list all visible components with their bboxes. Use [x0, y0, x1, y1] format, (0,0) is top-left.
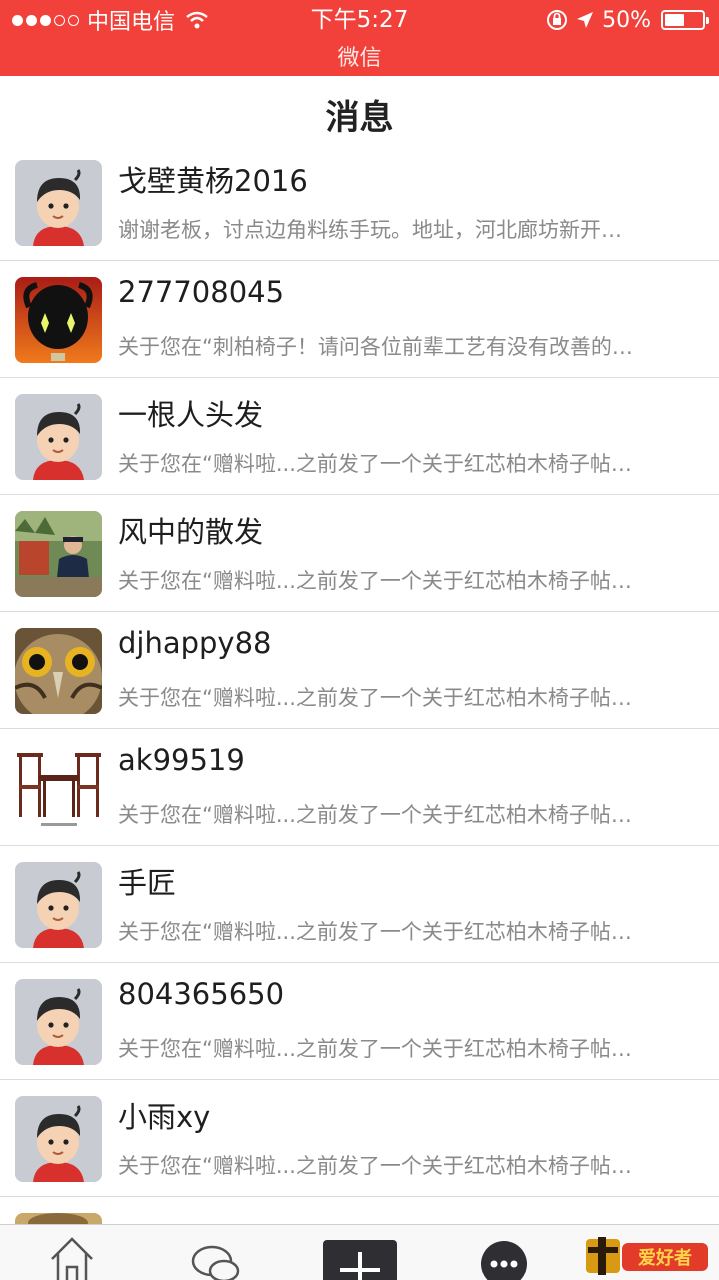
outdoor-photo-avatar[interactable]: [15, 511, 102, 597]
message-preview: 关于您在“赠料啦...之前发了一个关于红芯柏木椅子帖…: [118, 1154, 632, 1178]
message-preview: 关于您在“赠料啦...之前发了一个关于红芯柏木椅子帖…: [118, 803, 632, 827]
default-cartoon-avatar[interactable]: [15, 160, 102, 246]
tab-more[interactable]: [481, 1241, 527, 1280]
message-preview: 关于您在“赠料啦...之前发了一个关于红芯柏木椅子帖…: [118, 569, 632, 593]
contact-name: 277708045: [118, 275, 285, 309]
status-bar: 中国电信 下午5:27 50% 微信: [0, 0, 719, 76]
dark-creature-avatar[interactable]: [15, 277, 102, 363]
tab-home[interactable]: [48, 1225, 96, 1280]
message-row[interactable]: 小雨xy 关于您在“赠料啦...之前发了一个关于红芯柏木椅子帖…: [0, 1080, 719, 1197]
message-row[interactable]: djhappy88 关于您在“赠料啦...之前发了一个关于红芯柏木椅子帖…: [0, 612, 719, 729]
message-list[interactable]: 戈壁黄杨2016 谢谢老板，讨点边角料练手玩。地址，河北廊坊新开… 277708…: [0, 144, 719, 1224]
contact-name: 风中的散发: [118, 515, 264, 549]
message-row[interactable]: 风中的散发 关于您在“赠料啦...之前发了一个关于红芯柏木椅子帖…: [0, 495, 719, 612]
app-name: 微信: [337, 46, 382, 71]
tab-bar: 爱好者: [0, 1224, 719, 1280]
default-cartoon-avatar[interactable]: [15, 979, 102, 1065]
message-preview: 谢谢老板，讨点边角料练手玩。地址，河北廊坊新开…: [118, 218, 622, 242]
owl-avatar[interactable]: [15, 628, 102, 714]
furniture-avatar[interactable]: [15, 745, 102, 831]
default-cartoon-avatar[interactable]: [15, 862, 102, 948]
message-preview: 关于您在“赠料啦...之前发了一个关于红芯柏木椅子帖…: [118, 1037, 632, 1061]
location-arrow-icon: [577, 12, 594, 28]
contact-name: 804365650: [118, 977, 285, 1011]
tan-avatar[interactable]: [15, 1213, 102, 1224]
chat-icon: [191, 1245, 240, 1280]
message-row[interactable]: 277708045 关于您在“刺柏椅子！请问各位前辈工艺有没有改善的…: [0, 261, 719, 378]
default-cartoon-avatar[interactable]: [15, 1096, 102, 1182]
svg-text:爱好者: 爱好者: [638, 1247, 692, 1269]
battery-percent: 50%: [602, 7, 651, 33]
contact-name: ak99519: [118, 743, 245, 777]
message-row[interactable]: ak99519 关于您在“赠料啦...之前发了一个关于红芯柏木椅子帖…: [0, 729, 719, 846]
contact-name: 一根人头发: [118, 398, 264, 432]
tab-chat[interactable]: [190, 1225, 242, 1280]
message-row[interactable]: [0, 1197, 719, 1224]
message-preview: 关于您在“赠料啦...之前发了一个关于红芯柏木椅子帖…: [118, 452, 632, 476]
contact-name: 小雨xy: [118, 1100, 211, 1134]
contact-name: 戈壁黄杨2016: [118, 164, 308, 198]
message-row[interactable]: 手匠 关于您在“赠料啦...之前发了一个关于红芯柏木椅子帖…: [0, 846, 719, 963]
home-icon: [51, 1237, 93, 1280]
message-row[interactable]: 戈壁黄杨2016 谢谢老板，讨点边角料练手玩。地址，河北廊坊新开…: [0, 144, 719, 261]
contact-name: 手匠: [118, 866, 177, 900]
battery-icon: [661, 10, 709, 30]
message-row[interactable]: 804365650 关于您在“赠料啦...之前发了一个关于红芯柏木椅子帖…: [0, 963, 719, 1080]
message-preview: 关于您在“赠料啦...之前发了一个关于红芯柏木椅子帖…: [118, 686, 632, 710]
tab-add[interactable]: [323, 1240, 397, 1280]
message-preview: 关于您在“刺柏椅子！请问各位前辈工艺有没有改善的…: [118, 335, 633, 359]
more-icon: [490, 1260, 518, 1268]
message-row[interactable]: 一根人头发 关于您在“赠料啦...之前发了一个关于红芯柏木椅子帖…: [0, 378, 719, 495]
watermark-logo: 爱好者: [586, 1233, 711, 1277]
rotation-lock-icon: [547, 10, 568, 30]
add-icon: [340, 1252, 380, 1280]
message-preview: 关于您在“赠料啦...之前发了一个关于红芯柏木椅子帖…: [118, 920, 632, 944]
contact-name: djhappy88: [118, 626, 272, 660]
default-cartoon-avatar[interactable]: [15, 394, 102, 480]
